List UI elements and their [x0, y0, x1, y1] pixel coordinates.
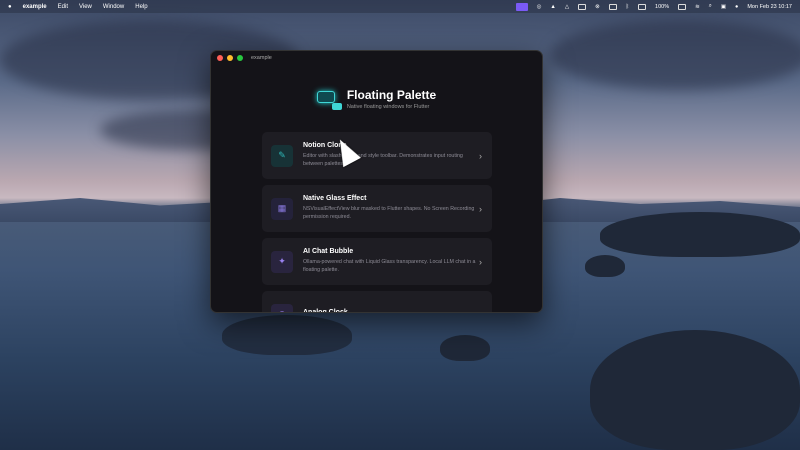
grid-icon: ▦ — [271, 197, 293, 220]
card-title: Notion Clone — [303, 142, 347, 150]
edit-icon: ✎ — [271, 144, 293, 167]
rock — [440, 335, 490, 361]
chevron-right-icon: › — [479, 203, 482, 214]
rock — [590, 330, 800, 450]
demo-list: ✎ Notion Clone Editor with slash menu an… — [262, 132, 492, 313]
chevron-right-icon: › — [479, 256, 482, 267]
app-icon[interactable] — [578, 3, 587, 10]
title-bar[interactable]: example — [211, 51, 542, 64]
card-title: Native Glass Effect — [303, 195, 367, 203]
page-title: Floating Palette — [346, 88, 437, 102]
keyboard-icon[interactable] — [638, 3, 647, 10]
display-icon[interactable] — [608, 3, 617, 10]
demo-card[interactable]: ✦ AI Chat Bubble Ollama-powered chat wit… — [262, 238, 492, 285]
menu-bar: ● example Edit View Window Help ◎ ▲ △ ⊗ … — [0, 0, 800, 13]
triangle-icon[interactable]: △ — [565, 4, 569, 10]
card-description: Ollama-powered chat with Liquid Glass tr… — [303, 259, 476, 273]
apple-icon[interactable]: ● — [8, 4, 12, 10]
card-description: NSVisualEffectView blur masked to Flutte… — [303, 206, 475, 220]
page-subtitle: Native floating windows for Flutter — [346, 104, 430, 110]
clock-icon: ◷ — [271, 303, 293, 312]
search-icon[interactable]: ⌕ — [709, 3, 712, 10]
close-button[interactable] — [217, 54, 223, 61]
window-title: example — [251, 54, 272, 61]
battery-text: 100% — [655, 3, 670, 10]
chevron-right-icon: › — [479, 310, 482, 313]
control-center-icon[interactable]: ▣ — [721, 4, 726, 10]
battery-icon[interactable] — [678, 3, 687, 10]
rock — [222, 315, 352, 355]
vlc-icon[interactable]: ▲ — [550, 4, 555, 10]
sparkle-icon: ✦ — [271, 250, 293, 273]
header: Floating Palette Native floating windows… — [211, 88, 542, 110]
screen-icon[interactable] — [515, 2, 528, 11]
wifi-icon[interactable]: ≋ — [695, 4, 700, 10]
rock — [585, 255, 625, 277]
demo-card[interactable]: ▦ Native Glass Effect NSVisualEffectView… — [262, 185, 492, 232]
demo-card[interactable]: ✎ Notion Clone Editor with slash menu an… — [262, 132, 492, 179]
minimize-button[interactable] — [227, 54, 233, 61]
bluetooth-icon[interactable]: ᛒ — [626, 4, 629, 10]
rock — [600, 212, 800, 257]
menu-view[interactable]: View — [79, 4, 92, 10]
demo-card[interactable]: ◷ Analog Clock › — [262, 291, 492, 313]
menu-help[interactable]: Help — [135, 4, 147, 10]
app-window: example Floating Palette Native floating… — [210, 50, 543, 313]
chevron-right-icon: › — [479, 150, 482, 161]
record-icon[interactable]: ◎ — [537, 4, 542, 10]
menu-app[interactable]: example — [23, 4, 47, 10]
palette-logo-icon — [316, 91, 342, 110]
menu-edit[interactable]: Edit — [58, 4, 68, 10]
siri-icon[interactable]: ● — [735, 4, 738, 10]
card-title: AI Chat Bubble — [303, 248, 354, 256]
card-title: Analog Clock — [303, 309, 348, 313]
card-description: Editor with slash menu and style toolbar… — [303, 153, 463, 167]
menu-window[interactable]: Window — [103, 4, 124, 10]
circle-icon[interactable]: ⊗ — [595, 4, 600, 10]
zoom-button[interactable] — [237, 54, 243, 61]
clock[interactable]: Mon Feb 23 10:17 — [747, 4, 792, 10]
